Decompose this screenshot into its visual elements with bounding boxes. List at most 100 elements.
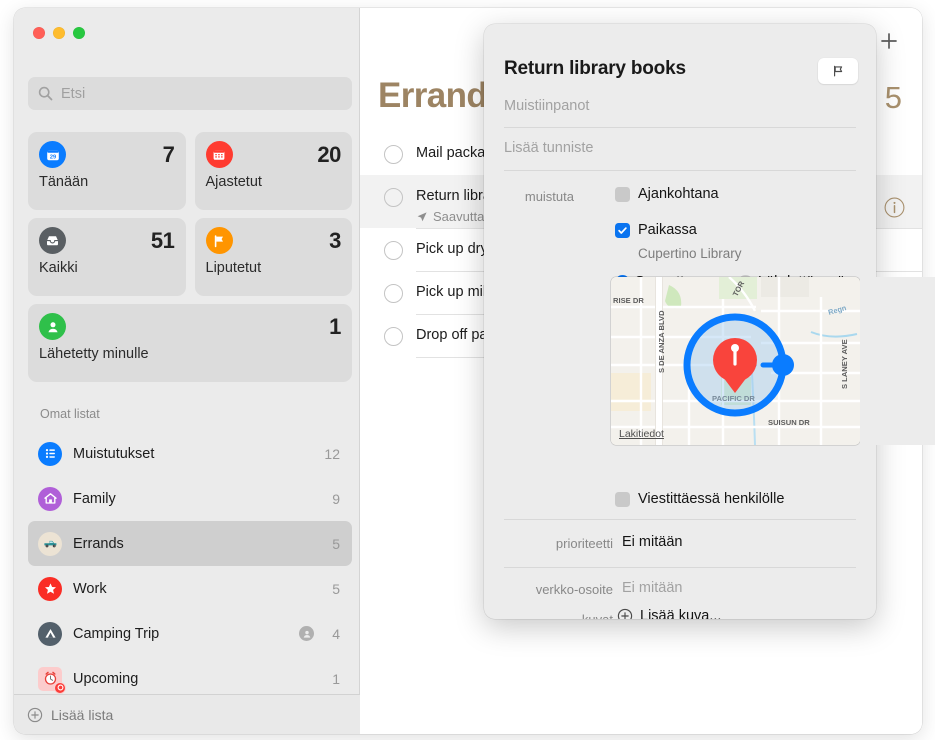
complete-reminder-checkbox[interactable] [384,241,403,260]
complete-reminder-checkbox[interactable] [384,188,403,207]
tent-icon [38,621,62,646]
smart-list-count: 51 [150,227,175,253]
map-overflow-mask [860,277,935,445]
list-count: 5 [332,580,340,597]
add-list-button[interactable]: Lisää lista [14,694,360,734]
divider [504,519,856,520]
list-count: 4 [332,625,340,642]
map-canvas: RISE DR S DE ANZA BLVD TOR PACIFIC DR SU… [611,277,860,445]
sidebar-item-family[interactable]: Family 9 [28,476,352,521]
priority-value[interactable]: Ei mitään [622,534,682,550]
popover-title: Return library books [504,58,686,79]
sidebar: Etsi 29 7 Tänään 20 Ajastetut 51 Kaikki … [14,8,360,734]
add-image-label: Lisää kuva... [640,608,722,619]
plus-circle-icon [27,707,43,722]
star-icon [38,576,62,601]
person-icon [39,313,66,340]
smart-list-badge-icon [54,681,66,694]
remind-at-location-checkbox[interactable] [615,222,630,238]
smart-list-flagged[interactable]: 3 Liputetut [194,218,352,296]
svg-text:RISE DR: RISE DR [613,296,644,305]
alarm-clock-emoji-icon [38,666,66,694]
flag-icon [834,65,843,77]
house-icon [38,486,62,511]
smart-list-count: 20 [317,141,341,167]
list-bullet-icon [38,441,62,466]
remind-at-location-option[interactable]: Paikassa [615,222,697,238]
app-root: Etsi 29 7 Tänään 20 Ajastetut 51 Kaikki … [0,0,935,740]
flag-toggle-button[interactable] [818,58,858,84]
svg-text:29: 29 [49,154,55,160]
list-label: Muistutukset [73,445,155,462]
svg-text:SUISUN DR: SUISUN DR [768,418,810,427]
smart-list-all[interactable]: 51 Kaikki [28,218,186,296]
smart-list-label: Ajastetut [205,174,262,190]
smart-list-today[interactable]: 29 7 Tänään [28,132,186,210]
remind-label: muistuta [524,189,574,204]
smart-list-cards: 29 7 Tänään 20 Ajastetut 51 Kaikki 3 Lip… [28,132,352,296]
smart-list-label: Liputetut [205,260,262,276]
complete-reminder-checkbox[interactable] [384,145,403,164]
plus-circle-icon [617,608,633,619]
notes-field[interactable]: Muistiinpanot [504,98,856,114]
sidebar-item-muistutukset[interactable]: Muistutukset 12 [28,431,352,476]
svg-text:S LANEY AVE: S LANEY AVE [840,339,849,389]
divider [504,567,856,568]
add-image-button[interactable]: Lisää kuva... [617,608,721,619]
divider [504,170,856,171]
divider [504,127,856,128]
info-circle-icon[interactable] [883,196,906,219]
remind-when-messaging-checkbox[interactable] [615,491,630,507]
priority-label: prioriteetti [555,536,613,551]
inbox-icon [39,227,66,254]
remind-at-time-checkbox[interactable] [615,186,630,202]
page-count: 5 [884,80,902,115]
tag-field[interactable]: Lisää tunniste [504,140,856,156]
shared-list-indicator-icon [299,626,315,641]
url-label: verkko-osoite [535,582,613,597]
url-value[interactable]: Ei mitään [622,580,682,596]
smart-list-scheduled[interactable]: 20 Ajastetut [194,132,352,210]
smart-list-label: Kaikki [39,260,78,276]
location-value[interactable]: Cupertino Library [638,246,742,261]
images-label: kuvat [524,612,613,619]
my-lists: Muistutukset 12 Family 9 Errands 5 Work … [28,431,352,715]
minimize-window-button[interactable] [53,27,65,39]
sidebar-item-work[interactable]: Work 5 [28,566,352,611]
close-window-button[interactable] [33,27,45,39]
map-legal-link[interactable]: Lakitiedot [619,428,664,440]
list-label: Work [73,580,107,597]
smart-list-count: 3 [329,227,341,253]
search-icon [38,86,53,101]
calendar-today-icon: 29 [39,141,66,168]
list-count: 9 [332,490,340,507]
add-list-label: Lisää lista [51,706,114,723]
list-label: Errands [73,535,124,552]
list-count: 1 [332,670,340,687]
my-lists-header: Omat listat [40,407,100,421]
complete-reminder-checkbox[interactable] [384,284,403,303]
add-reminder-button[interactable] [878,30,900,52]
remind-at-time-option[interactable]: Ajankohtana [615,186,719,202]
smart-list-label: Tänään [39,174,89,190]
list-count: 5 [332,535,340,552]
smart-list-assigned-to-me[interactable]: 1 Lähetetty minulle [28,304,352,382]
sidebar-item-camping-trip[interactable]: Camping Trip 4 [28,611,352,656]
complete-reminder-checkbox[interactable] [384,327,403,346]
remind-at-time-label: Ajankohtana [638,186,719,202]
smart-list-count: 7 [162,141,175,167]
remind-at-location-label: Paikassa [638,222,697,238]
list-label: Upcoming [73,670,139,687]
location-arrow-icon [417,211,427,221]
list-label: Camping Trip [73,625,160,642]
window-traffic-lights [33,27,85,39]
calendar-scheduled-icon [205,141,233,168]
svg-text:S DE ANZA BLVD: S DE ANZA BLVD [657,310,666,373]
search-placeholder: Etsi [61,85,86,102]
search-field[interactable]: Etsi [28,77,352,110]
location-map[interactable]: RISE DR S DE ANZA BLVD TOR PACIFIC DR SU… [611,277,860,445]
remind-when-messaging-option[interactable]: Viestittäessä henkilölle [615,491,784,507]
list-count: 12 [324,445,340,462]
zoom-window-button[interactable] [73,27,85,39]
sidebar-item-errands[interactable]: Errands 5 [28,521,352,566]
